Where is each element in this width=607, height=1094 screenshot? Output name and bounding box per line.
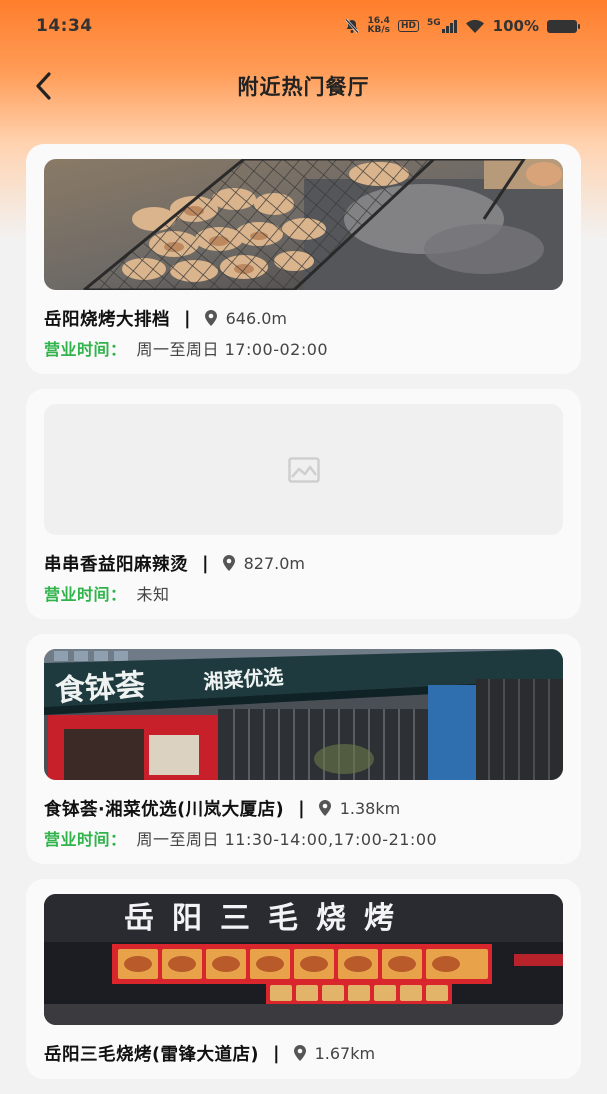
restaurant-card[interactable]: 岳阳烧烤大排档 | 646.0m 营业时间： 周一至周日 17:00-02:00: [26, 144, 581, 374]
storefront-sign-text: 食钵荟: [54, 668, 146, 709]
separator: |: [273, 1042, 280, 1064]
restaurant-info-row: 岳阳烧烤大排档 | 646.0m: [44, 306, 563, 330]
restaurant-distance: 827.0m: [243, 553, 305, 573]
network-speed: 16.4 KB/s: [368, 17, 390, 35]
restaurant-photo: 食钵荟 湘菜优选: [44, 649, 563, 780]
restaurant-card[interactable]: 岳阳三毛烧烤 岳阳三毛烧烤(雷锋大道店) | 1.67km: [26, 879, 581, 1079]
status-bar: 14:34 16.4 KB/s HD 5G 100%: [0, 0, 607, 52]
business-hours-row: 营业时间： 周一至周日 11:30-14:00,17:00-21:00: [44, 826, 563, 850]
restaurant-name: 岳阳烧烤大排档: [44, 309, 170, 330]
separator: |: [184, 307, 191, 329]
chevron-left-icon: [36, 72, 51, 100]
restaurant-name: 串串香益阳麻辣烫: [44, 554, 188, 575]
restaurant-photo: [44, 404, 563, 535]
restaurant-distance: 1.38km: [339, 798, 401, 818]
restaurant-info-row: 食钵荟·湘菜优选(川岚大厦店) | 1.38km: [44, 796, 563, 820]
hd-icon: HD: [397, 20, 419, 32]
network-speed-unit: KB/s: [367, 25, 390, 35]
back-button[interactable]: [26, 68, 62, 104]
location-pin-icon: [204, 310, 217, 326]
status-icons: 16.4 KB/s HD 5G 100%: [344, 17, 580, 35]
business-hours-label: 营业时间：: [44, 585, 127, 604]
restaurant-info-row: 岳阳三毛烧烤(雷锋大道店) | 1.67km: [44, 1041, 563, 1065]
storefront-photo: 食钵荟 湘菜优选: [44, 649, 563, 780]
business-hours-value: 未知: [136, 585, 170, 604]
restaurant-list: 岳阳烧烤大排档 | 646.0m 营业时间： 周一至周日 17:00-02:00…: [26, 144, 581, 1094]
restaurant-photo: [44, 159, 563, 290]
restaurant-distance: 646.0m: [225, 308, 287, 328]
status-time: 14:34: [36, 16, 93, 36]
business-hours-label: 营业时间：: [44, 830, 127, 849]
network-type: 5G: [427, 18, 441, 28]
location-pin-icon: [293, 1045, 306, 1061]
navigation-bar: 附近热门餐厅: [0, 60, 607, 112]
bbq-grill-photo: [44, 159, 563, 290]
restaurant-name: 岳阳三毛烧烤(雷锋大道店): [44, 1044, 259, 1065]
battery-percent: 100%: [492, 17, 539, 35]
page-title: 附近热门餐厅: [237, 75, 370, 99]
business-hours-row: 营业时间： 周一至周日 17:00-02:00: [44, 336, 563, 360]
storefront-sign-text: 岳阳三毛烧烤: [124, 901, 412, 936]
battery-icon: [547, 19, 580, 33]
signal-icon: 5G: [427, 19, 457, 33]
wifi-icon: [465, 19, 484, 33]
separator: |: [202, 552, 209, 574]
separator: |: [298, 797, 305, 819]
restaurant-distance: 1.67km: [314, 1043, 376, 1063]
location-pin-icon: [318, 800, 331, 816]
restaurant-name: 食钵荟·湘菜优选(川岚大厦店): [44, 799, 285, 820]
business-hours-value: 周一至周日 17:00-02:00: [136, 340, 329, 359]
restaurant-info-row: 串串香益阳麻辣烫 | 827.0m: [44, 551, 563, 575]
business-hours-value: 周一至周日 11:30-14:00,17:00-21:00: [136, 830, 438, 849]
business-hours-row: 营业时间： 未知: [44, 581, 563, 605]
night-storefront-photo: 岳阳三毛烧烤: [44, 894, 563, 1025]
restaurant-card[interactable]: 串串香益阳麻辣烫 | 827.0m 营业时间： 未知: [26, 389, 581, 619]
restaurant-photo: 岳阳三毛烧烤: [44, 894, 563, 1025]
business-hours-label: 营业时间：: [44, 340, 127, 359]
image-placeholder-icon: [287, 456, 320, 483]
restaurant-card[interactable]: 食钵荟 湘菜优选 食钵荟·湘菜优选(川岚大厦店) | 1.38km 营业时间： …: [26, 634, 581, 864]
mute-bell-icon: [344, 18, 359, 34]
location-pin-icon: [222, 555, 235, 571]
